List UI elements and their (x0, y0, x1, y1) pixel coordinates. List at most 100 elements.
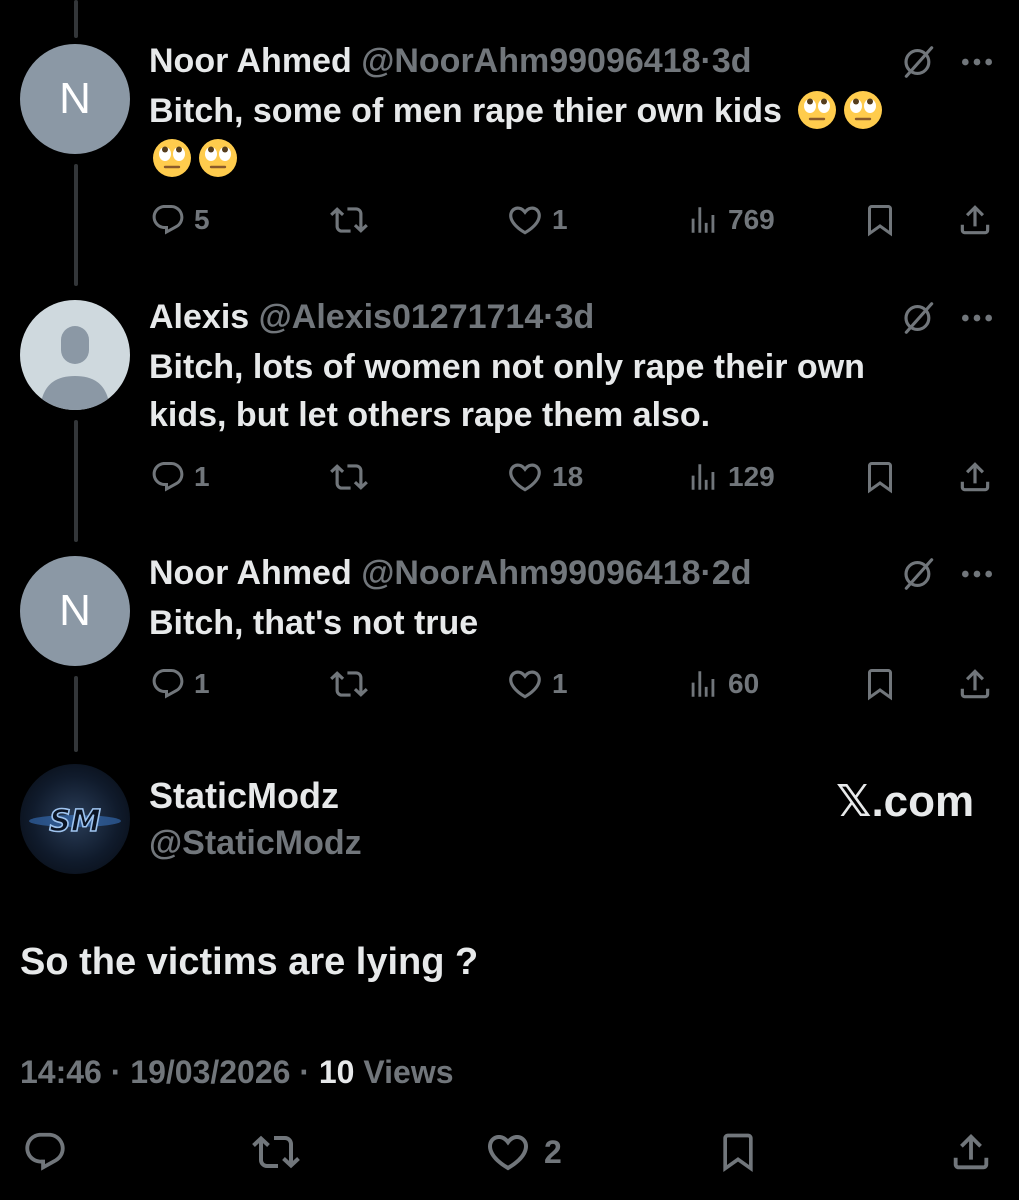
thread-line (74, 164, 78, 286)
like-count: 1 (552, 204, 568, 235)
bookmark-button[interactable] (862, 200, 898, 240)
reply-button[interactable]: 5 (150, 200, 210, 240)
author-handle[interactable]: @StaticModz (149, 823, 362, 863)
post-header: Noor Ahmed @NoorAhm99096418·2d (149, 553, 752, 593)
face-with-rolling-eyes-icon (843, 90, 883, 130)
share-icon (948, 1129, 994, 1175)
avatar[interactable]: SM (20, 764, 130, 874)
avatar[interactable] (20, 300, 130, 410)
avatar[interactable]: N (20, 556, 130, 666)
grok-icon[interactable] (900, 299, 938, 337)
avatar-letter: N (59, 586, 91, 635)
thread-line (74, 420, 78, 542)
post-time[interactable]: 14:46 (20, 1054, 102, 1090)
views-button[interactable]: 129 (686, 457, 775, 497)
views-label: Views (363, 1054, 454, 1090)
post-header: Alexis @Alexis01271714·3d (149, 297, 594, 337)
share-button[interactable] (948, 1128, 994, 1176)
separator: · (110, 1054, 122, 1090)
heart-icon (506, 201, 544, 239)
thread-line (74, 676, 78, 752)
post-text-line: Bitch, lots of women not only rape their… (149, 348, 865, 386)
author-name[interactable]: Alexis (149, 298, 249, 336)
heart-icon (506, 458, 544, 496)
more-icon[interactable] (957, 42, 997, 82)
more-icon[interactable] (957, 554, 997, 594)
author-handle[interactable]: @NoorAhm99096418 (361, 42, 700, 80)
repost-button[interactable] (330, 664, 368, 704)
reply-icon (22, 1129, 68, 1175)
post-age[interactable]: 3d (555, 298, 595, 336)
views-count: 129 (728, 461, 775, 492)
bookmark-button[interactable] (862, 664, 898, 704)
grok-icon[interactable] (900, 43, 938, 81)
views-icon (686, 460, 720, 494)
author-name[interactable]: StaticModz (149, 776, 339, 816)
post-text-content: Bitch, some of men rape thier own kids (149, 92, 782, 130)
author-handle[interactable]: @NoorAhm99096418 (361, 554, 700, 592)
staticmodz-logo: SM (29, 803, 121, 840)
share-icon (956, 665, 994, 703)
separator: · (299, 1054, 310, 1090)
post-age[interactable]: 2d (712, 554, 752, 592)
separator: · (700, 554, 712, 592)
share-button[interactable] (956, 200, 994, 240)
reply-icon (150, 202, 186, 238)
like-button[interactable]: 1 (506, 200, 568, 240)
author-name[interactable]: Noor Ahmed (149, 42, 352, 80)
bookmark-icon (862, 459, 898, 495)
reply-count: 1 (194, 668, 210, 699)
views-button[interactable]: 769 (686, 200, 775, 240)
face-with-rolling-eyes-icon (198, 138, 238, 178)
more-icon[interactable] (957, 298, 997, 338)
repost-button[interactable] (330, 200, 368, 240)
separator: · (700, 42, 712, 80)
repost-button[interactable] (252, 1128, 300, 1176)
bookmark-icon (716, 1129, 760, 1175)
bookmark-button[interactable] (862, 457, 898, 497)
reply-button[interactable]: 1 (150, 664, 210, 704)
like-count: 2 (544, 1133, 562, 1170)
bookmark-icon (862, 666, 898, 702)
like-button[interactable]: 1 (506, 664, 568, 704)
repost-icon (330, 665, 368, 703)
share-icon (956, 458, 994, 496)
post-text: Bitch, that's not true (149, 599, 969, 647)
repost-icon (330, 201, 368, 239)
views-count: 60 (728, 668, 760, 699)
avatar-letter: N (59, 74, 91, 123)
share-icon (956, 201, 994, 239)
views-icon (686, 667, 720, 701)
bookmark-icon (862, 202, 898, 238)
heart-icon (484, 1128, 532, 1176)
reply-count: 1 (194, 461, 210, 492)
reply-count: 5 (194, 204, 210, 235)
share-button[interactable] (956, 457, 994, 497)
like-button[interactable]: 2 (484, 1128, 562, 1176)
post-date[interactable]: 19/03/2026 (130, 1054, 290, 1090)
views-icon (686, 203, 720, 237)
share-button[interactable] (956, 664, 994, 704)
repost-icon (252, 1128, 300, 1176)
post-header: Noor Ahmed @NoorAhm99096418·3d (149, 41, 752, 81)
svg-text:SM: SM (49, 804, 101, 839)
post-text-line: kids, but let others rape them also. (149, 396, 711, 434)
reply-button[interactable] (22, 1128, 68, 1176)
avatar[interactable]: N (20, 44, 130, 154)
views-button[interactable]: 60 (686, 664, 759, 704)
x-brand-label: 𝕏.com (836, 777, 975, 826)
repost-button[interactable] (330, 457, 368, 497)
reply-icon (150, 459, 186, 495)
author-name[interactable]: Noor Ahmed (149, 554, 352, 592)
author-handle[interactable]: @Alexis01271714 (259, 298, 544, 336)
bookmark-button[interactable] (716, 1128, 760, 1176)
post-meta: 14:46 · 19/03/2026 · 10 Views (20, 1050, 454, 1094)
grok-icon[interactable] (900, 555, 938, 593)
face-with-rolling-eyes-icon (797, 90, 837, 130)
face-with-rolling-eyes-icon (152, 138, 192, 178)
reply-button[interactable]: 1 (150, 457, 210, 497)
like-button[interactable]: 18 (506, 457, 583, 497)
views-count: 10 (318, 1054, 355, 1090)
post-text-content: Bitch, that's not true (149, 604, 479, 642)
post-age[interactable]: 3d (712, 42, 752, 80)
